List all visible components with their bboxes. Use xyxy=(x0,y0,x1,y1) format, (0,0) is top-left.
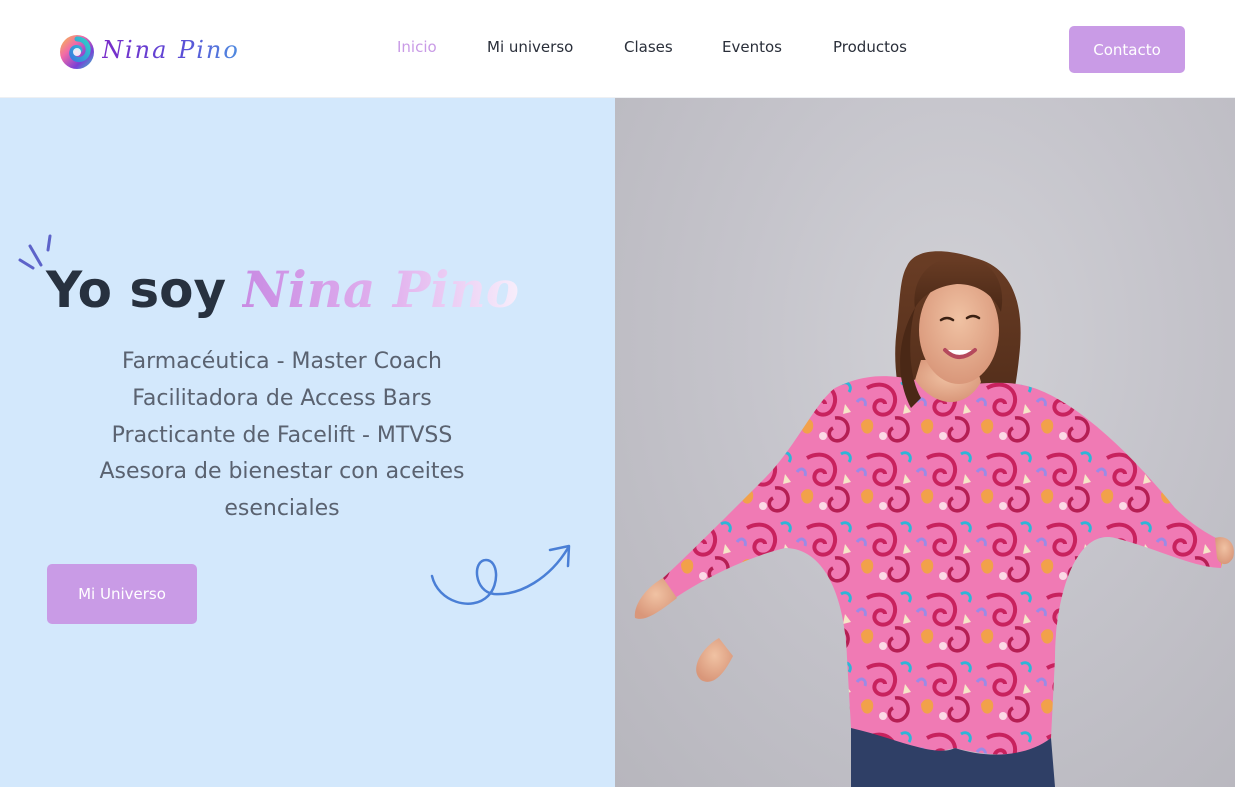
roles-list: Farmacéutica - Master Coach Facilitadora… xyxy=(72,344,492,528)
hero-title-lead: Yo soy xyxy=(46,261,227,319)
hero-title: Yo soy Nina Pino xyxy=(46,258,519,322)
mi-universo-button[interactable]: Mi Universo xyxy=(47,564,197,624)
portrait-image xyxy=(634,251,1234,787)
nav-item-eventos[interactable]: Eventos xyxy=(722,38,782,56)
site-header: Nina Pino Inicio Mi universo Clases Even… xyxy=(0,0,1235,98)
curly-arrow-icon xyxy=(430,544,571,605)
role-item: Facilitadora de Access Bars xyxy=(132,385,432,411)
hero-photo xyxy=(615,98,1235,787)
role-item: Practicante de Facelift - MTVSS xyxy=(111,422,453,448)
logo[interactable]: Nina Pino xyxy=(58,28,243,76)
contact-button[interactable]: Contacto xyxy=(1069,26,1185,73)
hero-title-name: Nina Pino xyxy=(241,260,520,319)
nav-item-inicio[interactable]: Inicio xyxy=(397,38,437,56)
role-item: Farmacéutica - Master Coach xyxy=(122,349,442,374)
swirl-logo-icon xyxy=(60,35,94,69)
logo-text: Nina Pino xyxy=(102,36,240,64)
nav-item-clases[interactable]: Clases xyxy=(624,38,673,56)
nav-item-mi-universo[interactable]: Mi universo xyxy=(487,38,573,56)
nav-item-productos[interactable]: Productos xyxy=(833,38,907,56)
role-item: Asesora de bienestar con aceites esencia… xyxy=(99,459,465,522)
